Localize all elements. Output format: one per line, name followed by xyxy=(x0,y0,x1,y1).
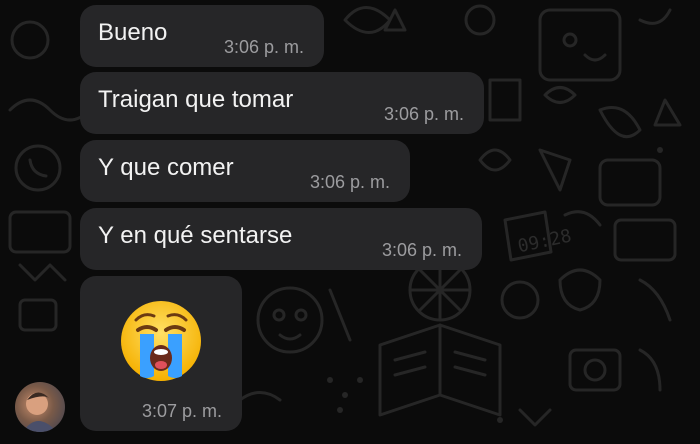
sender-avatar[interactable] xyxy=(15,382,65,432)
smiley-card-doodle xyxy=(538,8,622,82)
message-text: Traigan que tomar xyxy=(98,86,294,113)
message-time: 3:07 p. m. xyxy=(141,401,222,421)
monkey-doodle xyxy=(256,286,324,354)
message-time: 3:06 p. m. xyxy=(381,240,462,260)
message-text: Y en qué sentarse xyxy=(98,222,293,249)
avatar-photo xyxy=(23,392,57,432)
message-bubble[interactable]: Traigan que tomar 3:06 p. m. xyxy=(80,72,484,134)
whatsapp-logo-doodle xyxy=(14,144,62,192)
clover-doodle xyxy=(478,148,512,172)
message-bubble[interactable]: Y que comer 3:06 p. m. xyxy=(80,140,410,202)
message-text: Bueno xyxy=(98,19,168,46)
circle-doodle xyxy=(10,20,50,60)
hand-doodle xyxy=(598,106,642,139)
emoji-message-bubble[interactable]: 3:07 p. m. xyxy=(80,276,242,431)
leaf-doodle xyxy=(343,6,392,34)
camera-doodle xyxy=(568,348,622,392)
frame-doodle xyxy=(8,210,72,254)
message-bubble[interactable]: Y en qué sentarse 3:06 p. m. xyxy=(80,208,482,270)
message-time: 3:06 p. m. xyxy=(223,37,304,57)
fruit-doodle xyxy=(558,268,602,312)
message-time: 3:06 p. m. xyxy=(383,104,464,124)
message-time: 3:06 p. m. xyxy=(309,172,390,192)
wave-doodle xyxy=(8,98,92,122)
message-bubble[interactable]: Bueno 3:06 p. m. xyxy=(80,5,324,67)
message-text: Y que comer xyxy=(98,154,234,181)
loudly-crying-face-icon xyxy=(121,301,201,381)
